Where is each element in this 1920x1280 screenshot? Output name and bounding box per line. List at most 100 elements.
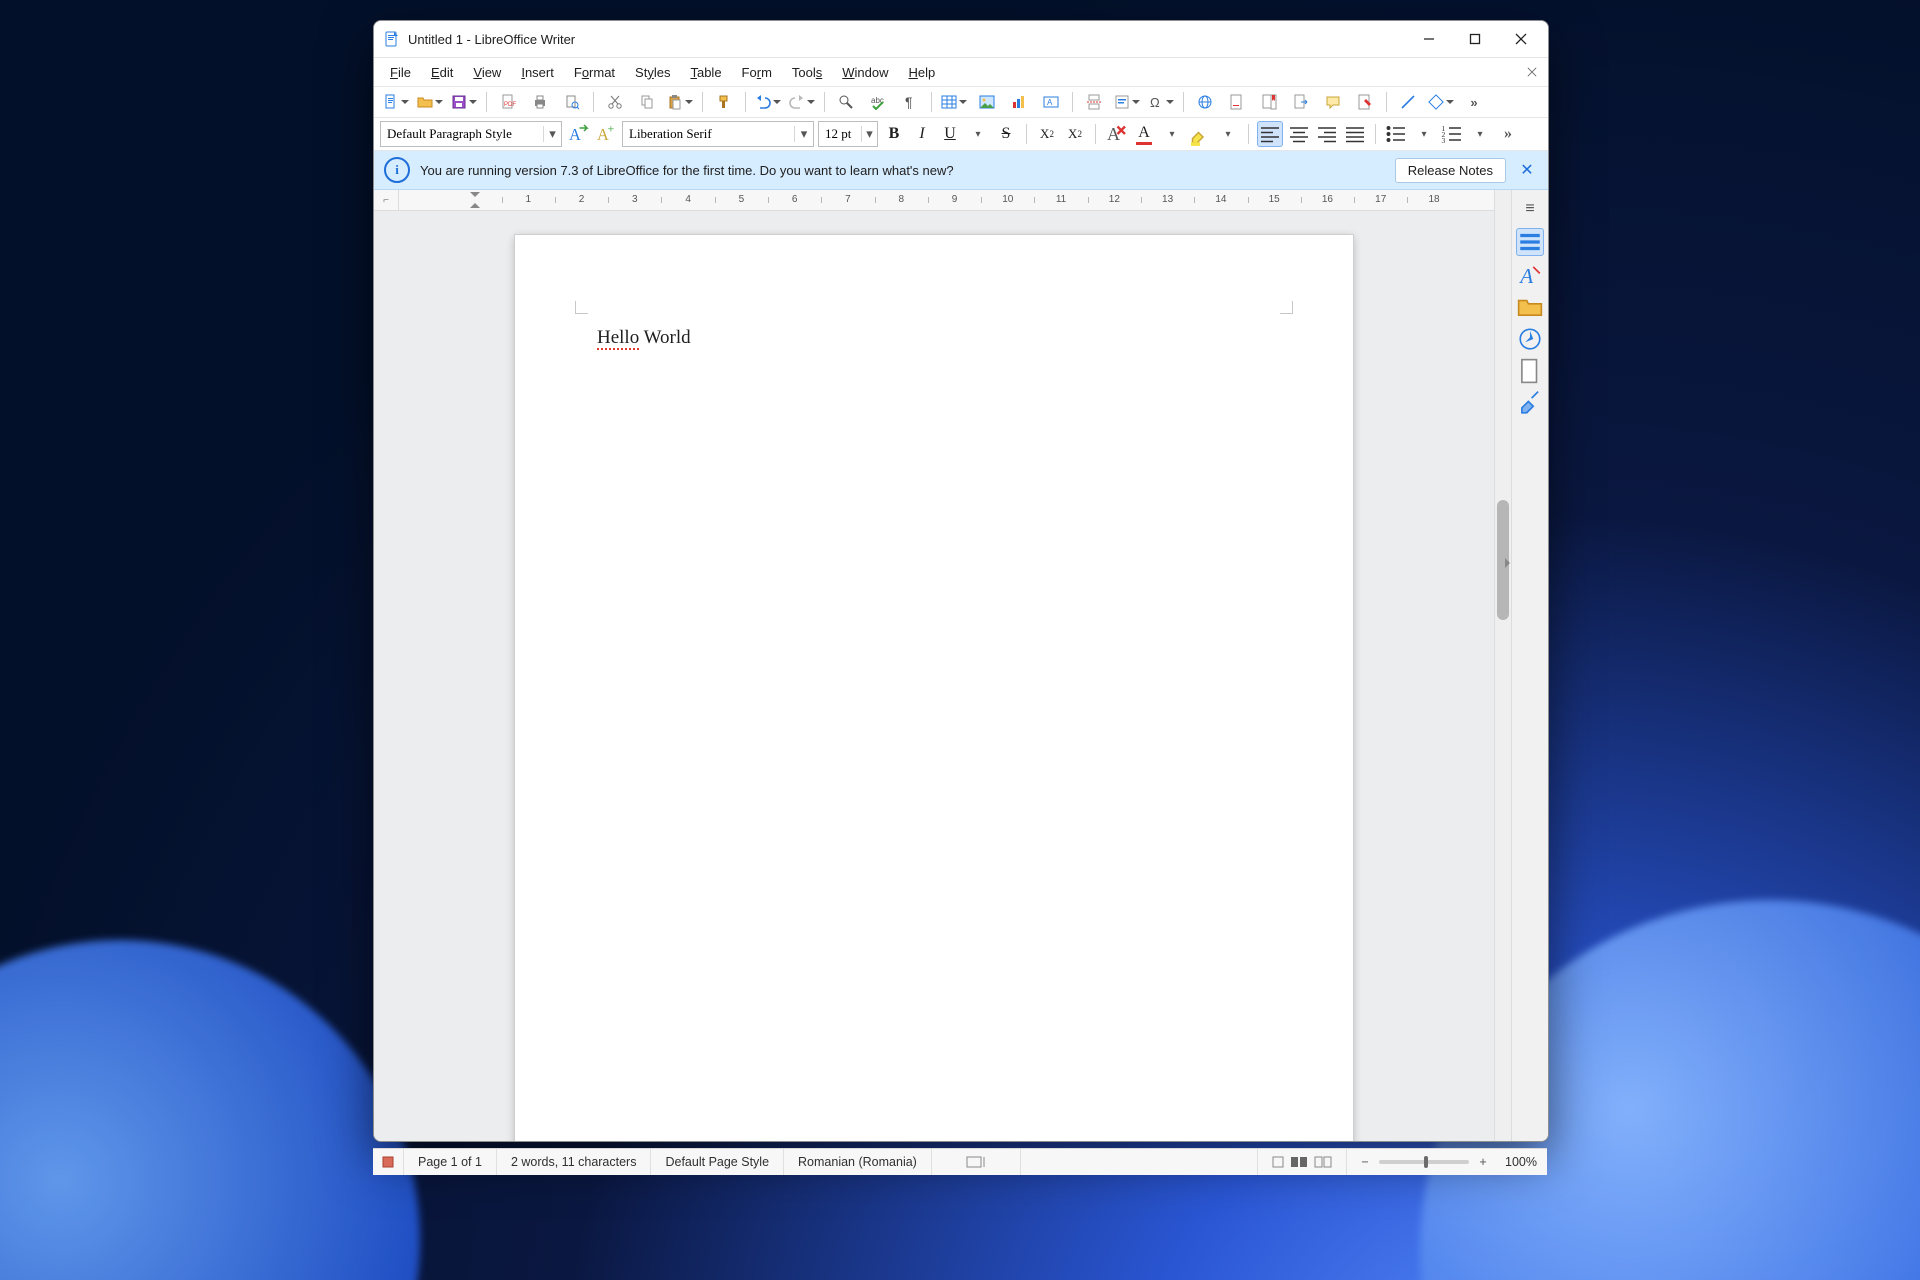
zoom-slider[interactable] — [1379, 1160, 1469, 1164]
insert-page-break-button[interactable] — [1079, 90, 1109, 114]
insert-chart-button[interactable] — [1004, 90, 1034, 114]
align-right-button[interactable] — [1315, 122, 1339, 146]
status-selection-mode[interactable] — [1021, 1149, 1258, 1175]
minimize-button[interactable] — [1406, 23, 1452, 55]
menu-tools[interactable]: Tools — [782, 62, 832, 83]
sidebar-gallery-button[interactable] — [1517, 294, 1543, 320]
align-left-button[interactable] — [1257, 121, 1283, 147]
clone-formatting-button[interactable] — [709, 90, 739, 114]
redo-button[interactable] — [786, 90, 818, 114]
bullet-list-dropdown[interactable]: ▾ — [1412, 122, 1436, 146]
paragraph-style-input[interactable] — [381, 123, 543, 145]
subscript-button[interactable]: X2 — [1063, 122, 1087, 146]
align-justify-button[interactable] — [1343, 122, 1367, 146]
underline-dropdown[interactable]: ▾ — [966, 122, 990, 146]
save-button[interactable] — [448, 90, 480, 114]
menu-format[interactable]: Format — [564, 62, 625, 83]
italic-button[interactable]: I — [910, 122, 934, 146]
update-style-button[interactable]: A — [566, 122, 590, 146]
open-button[interactable] — [414, 90, 446, 114]
font-size-combo[interactable]: ▾ — [818, 121, 878, 147]
sidebar-navigator-button[interactable] — [1517, 326, 1543, 352]
indent-marker[interactable] — [470, 192, 480, 202]
print-preview-button[interactable] — [557, 90, 587, 114]
release-notes-button[interactable]: Release Notes — [1395, 158, 1506, 183]
insert-field-button[interactable] — [1111, 90, 1143, 114]
font-color-dropdown[interactable]: ▾ — [1160, 122, 1184, 146]
infobar-close-button[interactable]: ✕ — [1516, 159, 1538, 181]
highlight-button[interactable] — [1188, 122, 1212, 146]
document-text[interactable]: Hello World — [597, 327, 691, 349]
insert-table-button[interactable] — [938, 90, 970, 114]
insert-line-button[interactable] — [1393, 90, 1423, 114]
superscript-button[interactable]: X2 — [1035, 122, 1059, 146]
menu-table[interactable]: Table — [680, 62, 731, 83]
font-color-button[interactable]: A — [1132, 122, 1156, 146]
chevron-down-icon[interactable]: ▾ — [794, 126, 813, 142]
sidebar-properties-button[interactable] — [1516, 228, 1544, 256]
numbered-list-dropdown[interactable]: ▾ — [1468, 122, 1492, 146]
underline-button[interactable]: U — [938, 122, 962, 146]
export-pdf-button[interactable]: PDF — [493, 90, 523, 114]
spellcheck-underline[interactable]: Hello — [597, 327, 639, 350]
status-insert-mode[interactable] — [932, 1149, 1021, 1175]
status-page-style[interactable]: Default Page Style — [651, 1149, 784, 1175]
paragraph-style-combo[interactable]: ▾ — [380, 121, 562, 147]
document-page[interactable]: Hello World — [515, 235, 1353, 1141]
print-button[interactable] — [525, 90, 555, 114]
status-language[interactable]: Romanian (Romania) — [784, 1149, 932, 1175]
menu-styles[interactable]: Styles — [625, 62, 680, 83]
close-button[interactable] — [1498, 23, 1544, 55]
status-view-layout[interactable] — [1258, 1149, 1347, 1175]
sidebar-page-button[interactable] — [1517, 358, 1543, 384]
vertical-scrollbar[interactable] — [1494, 190, 1511, 1141]
menu-form[interactable]: Form — [732, 62, 782, 83]
copy-button[interactable] — [632, 90, 662, 114]
strikethrough-button[interactable]: S — [994, 122, 1018, 146]
track-changes-button[interactable] — [1350, 90, 1380, 114]
insert-footnote-button[interactable] — [1222, 90, 1252, 114]
cut-button[interactable] — [600, 90, 630, 114]
zoom-out-button[interactable]: − — [1357, 1155, 1373, 1169]
document-modified-icon[interactable] — [373, 1149, 404, 1175]
sidebar-expand-grip[interactable] — [1505, 558, 1515, 568]
menu-file[interactable]: File — [380, 62, 421, 83]
zoom-value[interactable]: 100% — [1505, 1155, 1537, 1169]
bold-button[interactable]: B — [882, 122, 906, 146]
chevron-down-icon[interactable]: ▾ — [543, 126, 561, 142]
close-document-button[interactable] — [1522, 62, 1542, 82]
sidebar-style-inspector-button[interactable] — [1517, 390, 1543, 416]
insert-textbox-button[interactable]: A — [1036, 90, 1066, 114]
toolbar-overflow-button[interactable]: » — [1459, 90, 1489, 114]
insert-bookmark-button[interactable] — [1254, 90, 1284, 114]
menu-insert[interactable]: Insert — [511, 62, 564, 83]
numbered-list-button[interactable]: 123 — [1440, 122, 1464, 146]
menu-help[interactable]: Help — [899, 62, 946, 83]
spellcheck-button[interactable]: abc — [863, 90, 893, 114]
highlight-dropdown[interactable]: ▾ — [1216, 122, 1240, 146]
menu-edit[interactable]: Edit — [421, 62, 463, 83]
sidebar-styles-button[interactable]: A — [1517, 262, 1543, 288]
status-page[interactable]: Page 1 of 1 — [404, 1149, 497, 1175]
insert-image-button[interactable] — [972, 90, 1002, 114]
document-scroll[interactable]: Hello World — [374, 211, 1494, 1141]
titlebar[interactable]: Untitled 1 - LibreOffice Writer — [374, 21, 1548, 58]
font-name-input[interactable] — [623, 123, 794, 145]
find-replace-button[interactable] — [831, 90, 861, 114]
insert-cross-reference-button[interactable] — [1286, 90, 1316, 114]
align-center-button[interactable] — [1287, 122, 1311, 146]
insert-hyperlink-button[interactable] — [1190, 90, 1220, 114]
new-style-button[interactable]: A+ — [594, 122, 618, 146]
insert-symbol-button[interactable]: Ω — [1145, 90, 1177, 114]
horizontal-ruler[interactable]: ⌐ 123456789101112131415161718 — [374, 190, 1494, 211]
new-button[interactable] — [380, 90, 412, 114]
sidebar-menu-button[interactable]: ≡ — [1517, 196, 1543, 222]
insert-comment-button[interactable] — [1318, 90, 1348, 114]
formatting-overflow-button[interactable]: » — [1496, 122, 1520, 146]
menu-window[interactable]: Window — [832, 62, 898, 83]
font-size-input[interactable] — [819, 123, 861, 145]
maximize-button[interactable] — [1452, 23, 1498, 55]
paste-button[interactable] — [664, 90, 696, 114]
clear-formatting-button[interactable]: A — [1104, 122, 1128, 146]
chevron-down-icon[interactable]: ▾ — [861, 126, 877, 142]
